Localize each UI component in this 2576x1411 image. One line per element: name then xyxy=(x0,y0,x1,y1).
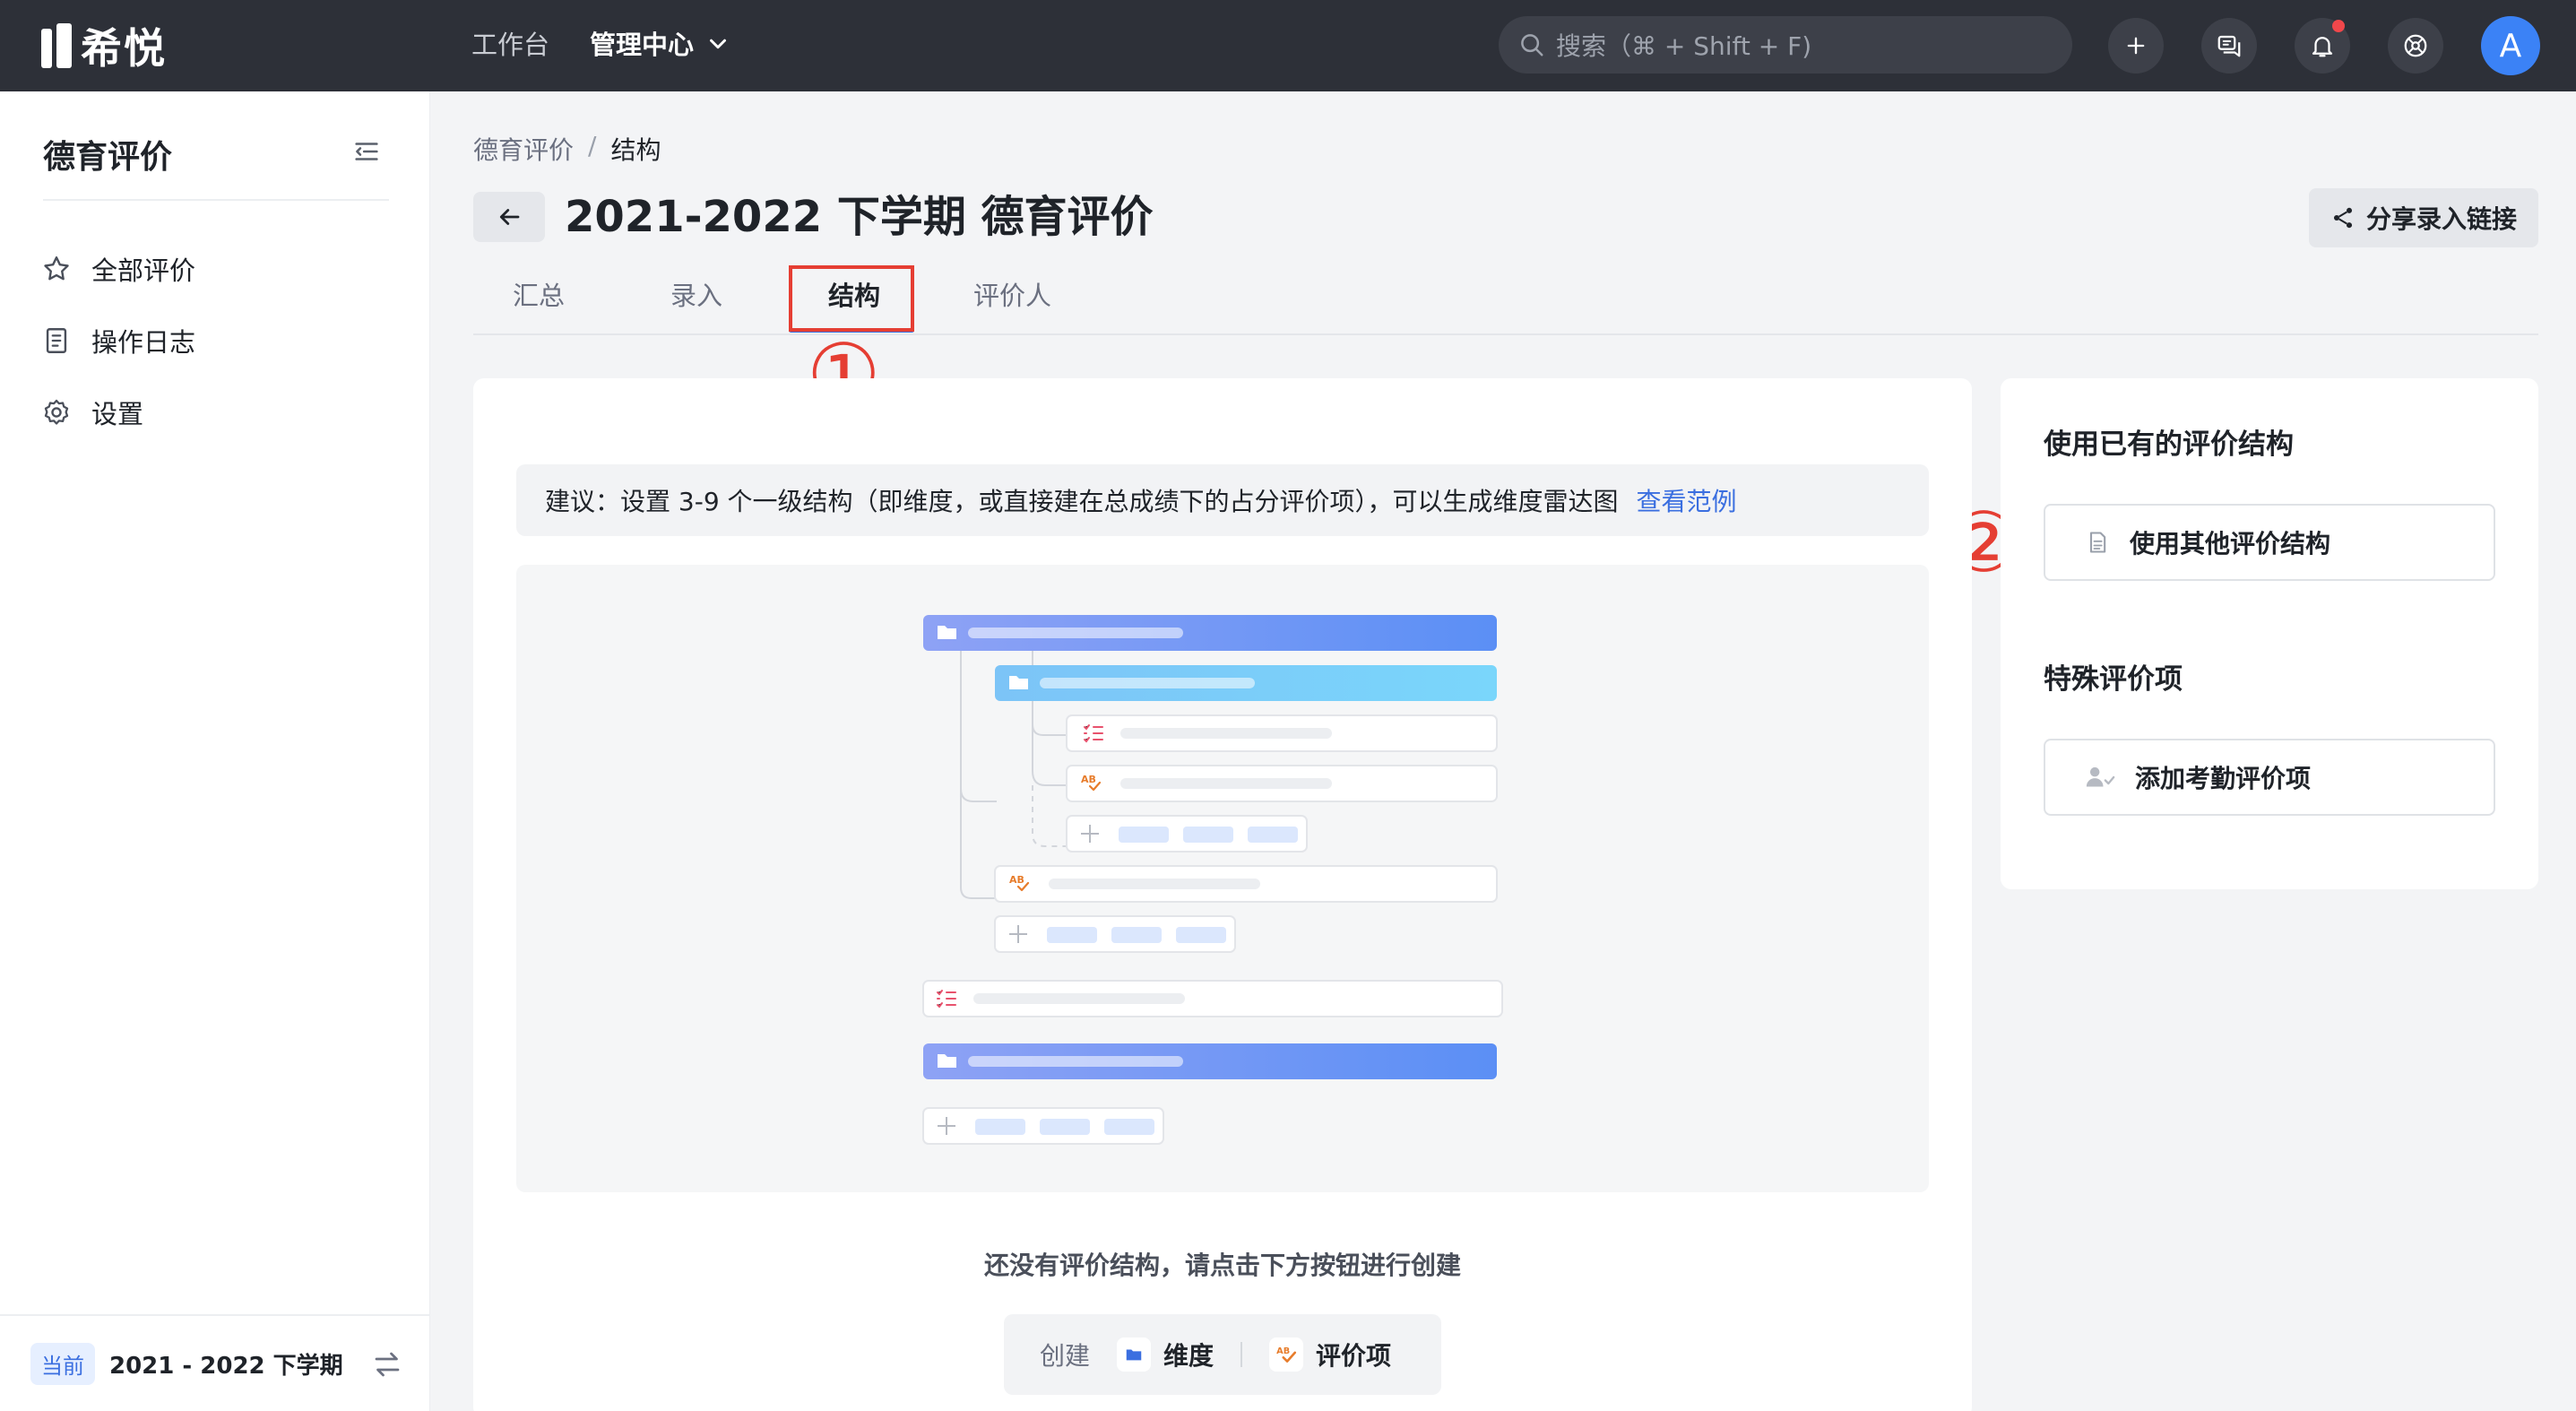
search-placeholder: 搜索（⌘ + Shift + F) xyxy=(1556,31,1812,61)
sidebar-title: 德育评价 xyxy=(43,139,173,176)
plus-icon xyxy=(2127,37,2145,55)
brand-name: 希悦 xyxy=(81,24,167,73)
current-term: 2021 - 2022 下学期 xyxy=(109,1352,343,1380)
page-title: 2021-2022 下学期 德育评价 xyxy=(565,192,1154,242)
current-term-badge: 当前 xyxy=(30,1342,95,1385)
tab-evaluators[interactable]: 评价人 xyxy=(973,278,1051,314)
folder-icon[interactable] xyxy=(1117,1337,1152,1372)
use-other-structure-button[interactable]: 使用其他评价结构 xyxy=(2044,504,2495,581)
tab-summary[interactable]: 汇总 xyxy=(513,278,565,314)
structure-card: 建议：设置 3-9 个一级结构（即维度，或直接建在总成绩下的占分评价项），可以生… xyxy=(473,378,1972,1411)
switch-icon[interactable] xyxy=(371,1348,403,1381)
sidebar-item-operation-log[interactable]: 操作日志 xyxy=(41,317,195,364)
share-entry-link-button[interactable]: 分享录入链接 xyxy=(2309,188,2538,247)
sidebar: 德育评价 全部评价 操作日志 设置 当前 2021 - 2022 下学期 xyxy=(0,91,430,1411)
suggestion-tip: 建议：设置 3-9 个一级结构（即维度，或直接建在总成绩下的占分评价项），可以生… xyxy=(516,464,1929,536)
chat-icon xyxy=(2217,35,2241,57)
existing-structure-title: 使用已有的评价结构 xyxy=(2044,428,2294,461)
notification-dot xyxy=(2332,20,2345,32)
create-evaluation-item-button[interactable]: 评价项 xyxy=(1316,1337,1391,1372)
create-dimension-button[interactable]: 维度 xyxy=(1163,1337,1214,1372)
structure-illustration: AB AB xyxy=(516,565,1929,1192)
special-items-title: 特殊评价项 xyxy=(2044,663,2183,696)
user-avatar[interactable]: A xyxy=(2481,16,2540,75)
bell-icon xyxy=(2312,37,2333,57)
back-button[interactable] xyxy=(473,192,545,242)
log-icon xyxy=(46,328,67,353)
chevron-down-icon[interactable] xyxy=(705,30,731,57)
gear-icon xyxy=(44,399,69,425)
sidebar-item-label: 操作日志 xyxy=(91,327,196,358)
tip-text: 建议：设置 3-9 个一级结构（即维度，或直接建在总成绩下的占分评价项），可以生… xyxy=(545,487,1619,516)
search-icon xyxy=(1521,34,1543,56)
app-logo[interactable]: 希悦 xyxy=(41,22,167,73)
global-search[interactable]: 搜索（⌘ + Shift + F) xyxy=(1499,16,2072,74)
side-panel: 使用已有的评价结构 使用其他评价结构 特殊评价项 添加考勤评价项 xyxy=(2001,378,2538,889)
share-label: 分享录入链接 xyxy=(2365,204,2517,234)
breadcrumb-separator: / xyxy=(588,131,597,160)
svg-text:AB: AB xyxy=(1009,874,1024,886)
share-icon xyxy=(2333,207,2353,229)
messages-button[interactable] xyxy=(2201,18,2257,74)
breadcrumb: 德育评价 / 结构 xyxy=(473,131,661,167)
user-check-icon xyxy=(2086,766,2115,787)
notifications-button[interactable] xyxy=(2295,18,2350,74)
empty-state-text: 还没有评价结构，请点击下方按钮进行创建 xyxy=(983,1251,1461,1280)
sidebar-item-settings[interactable]: 设置 xyxy=(41,389,143,436)
sidebar-item-label: 全部评价 xyxy=(91,255,196,286)
add-button[interactable] xyxy=(2108,18,2164,74)
breadcrumb-root[interactable]: 德育评价 xyxy=(473,131,574,167)
arrow-left-icon xyxy=(499,209,520,225)
add-attendance-item-label: 添加考勤评价项 xyxy=(2135,764,2312,793)
create-bar: 创建 维度 AB 评价项 xyxy=(1004,1314,1441,1395)
create-bar-divider xyxy=(1240,1342,1243,1367)
add-attendance-item-button[interactable]: 添加考勤评价项 xyxy=(2044,739,2495,816)
nav-workbench[interactable]: 工作台 xyxy=(471,27,549,63)
sidebar-item-label: 设置 xyxy=(91,399,144,429)
nav-admin-center[interactable]: 管理中心 xyxy=(590,27,694,63)
annotation-box-1 xyxy=(789,265,914,332)
term-switcher[interactable]: 当前 2021 - 2022 下学期 xyxy=(0,1314,430,1411)
svg-text:AB: AB xyxy=(1081,774,1096,785)
view-example-link[interactable]: 查看范例 xyxy=(1637,482,1737,518)
use-other-structure-label: 使用其他评价结构 xyxy=(2130,529,2331,558)
sidebar-item-all-evaluations[interactable]: 全部评价 xyxy=(41,246,195,292)
top-bar: 希悦 工作台 管理中心 搜索（⌘ + Shift + F) A xyxy=(0,0,2576,91)
svg-text:AB: AB xyxy=(1276,1346,1290,1356)
breadcrumb-current: 结构 xyxy=(610,135,661,165)
structure-tree-illustration: AB AB xyxy=(922,615,1503,1145)
tab-entry[interactable]: 录入 xyxy=(670,278,722,314)
star-icon xyxy=(44,256,69,281)
collapse-sidebar-icon[interactable] xyxy=(351,136,382,167)
document-icon xyxy=(2089,532,2106,553)
help-center-icon xyxy=(2404,34,2427,57)
help-button[interactable] xyxy=(2388,18,2443,74)
logo-mark-icon xyxy=(41,23,72,68)
create-lead-label: 创建 xyxy=(1040,1341,1091,1371)
sidebar-divider xyxy=(43,199,389,201)
ab-check-icon[interactable]: AB xyxy=(1269,1337,1304,1372)
tab-bar: 汇总 录入 结构 评价人 xyxy=(473,265,2538,335)
